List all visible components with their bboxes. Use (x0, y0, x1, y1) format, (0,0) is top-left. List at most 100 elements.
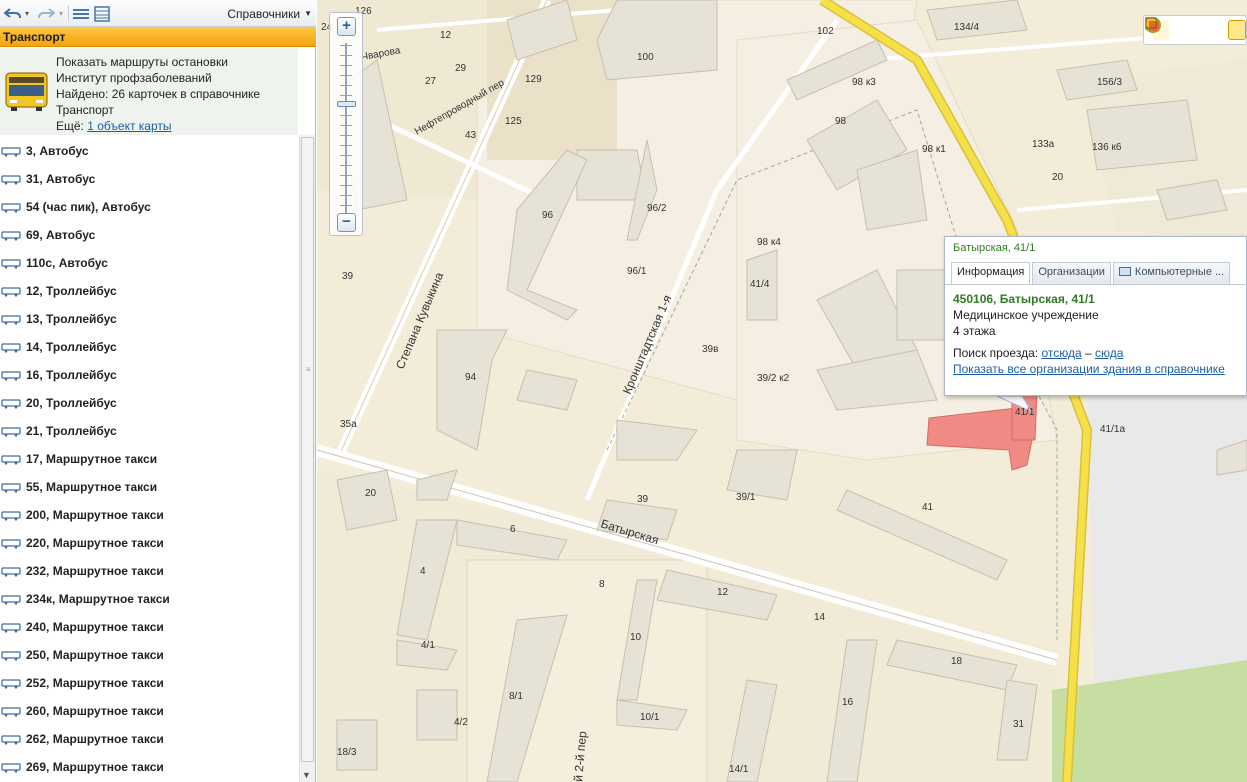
transport-icon (1, 622, 21, 633)
house-number: 8/1 (509, 691, 523, 702)
route-item[interactable]: 250, Маршрутное такси (0, 641, 298, 669)
zoom-tick (340, 75, 352, 76)
house-number: 98 к1 (922, 144, 946, 155)
map-view[interactable]: Степана Кувыкина Кронштадтская 1-я Батыр… (317, 0, 1247, 782)
zoom-in-button[interactable]: + (337, 17, 356, 36)
house-number: 43 (465, 130, 477, 141)
route-item[interactable]: 232, Маршрутное такси (0, 557, 298, 585)
zoom-tick (340, 155, 352, 156)
route-item[interactable]: 234к, Маршрутное такси (0, 585, 298, 613)
scroll-down-arrow-icon[interactable]: ▼ (302, 770, 311, 780)
route-item[interactable]: 3, Автобус (0, 137, 298, 165)
tab-computer-label: Компьютерные ... (1134, 266, 1225, 278)
route-item[interactable]: 31, Автобус (0, 165, 298, 193)
route-label: 13, Троллейбус (26, 312, 117, 326)
tab-organizations[interactable]: Организации (1032, 262, 1111, 284)
route-item[interactable]: 269, Маршрутное такси (0, 753, 298, 781)
route-label: 14, Троллейбус (26, 340, 117, 354)
zoom-tick (340, 55, 352, 56)
route-item[interactable]: 20, Троллейбус (0, 389, 298, 417)
house-number: 96 (542, 210, 554, 221)
route-dash: – (1084, 346, 1092, 360)
route-item[interactable]: 17, Маршрутное такси (0, 445, 298, 473)
house-number: 31 (1013, 719, 1025, 730)
zoom-tick (340, 115, 352, 116)
show-all-orgs-link[interactable]: Показать все организации здания в справо… (953, 362, 1225, 376)
route-label: 69, Автобус (26, 228, 96, 242)
tab-computer[interactable]: Компьютерные ... (1112, 262, 1231, 284)
house-number: 14 (814, 612, 826, 623)
route-item[interactable]: 14, Троллейбус (0, 333, 298, 361)
house-number: 96/1 (627, 266, 647, 277)
route-from-link[interactable]: отсюда (1041, 346, 1081, 360)
route-item[interactable]: 54 (час пик), Автобус (0, 193, 298, 221)
zoom-tick (340, 165, 352, 166)
layers-icon[interactable] (1145, 17, 1220, 40)
route-label: 200, Маршрутное такси (26, 508, 164, 522)
redo-icon[interactable] (36, 4, 56, 23)
house-number: 134/4 (954, 22, 979, 33)
house-number: 41/1а (1100, 424, 1125, 435)
list-icon[interactable] (71, 4, 91, 23)
route-item[interactable]: 262, Маршрутное такси (0, 725, 298, 753)
house-number: 136 к6 (1092, 142, 1122, 153)
route-label: 21, Троллейбус (26, 424, 117, 438)
house-number: 10/1 (640, 712, 660, 723)
route-label: 260, Маршрутное такси (26, 704, 164, 718)
route-item[interactable]: 260, Маршрутное такси (0, 697, 298, 725)
route-item[interactable]: 110с, Автобус (0, 249, 298, 277)
building-address: 450106, Батырская, 41/1 (953, 292, 1095, 306)
route-item[interactable]: 16, Троллейбус (0, 361, 298, 389)
map-object-link[interactable]: 1 объект карты (87, 119, 171, 133)
left-panel: ▾ ▾ Справочники ▼ Транспорт Показать мар… (0, 0, 316, 782)
zoom-slider-handle[interactable] (337, 101, 356, 107)
route-label: 54 (час пик), Автобус (26, 200, 151, 214)
more-row: Ещё: 1 объект карты (56, 118, 260, 134)
house-number: 4/1 (421, 640, 435, 651)
transport-icon (1, 678, 21, 689)
transport-icon (1, 538, 21, 549)
transport-icon (1, 370, 21, 381)
radar-icon[interactable] (1145, 17, 1194, 40)
house-number: 20 (365, 488, 377, 499)
undo-icon[interactable] (3, 4, 23, 23)
house-number: 98 к3 (852, 77, 876, 88)
route-item[interactable]: 220, Маршрутное такси (0, 529, 298, 557)
route-search-row: Поиск проезда: отсюда – сюда (953, 345, 1240, 361)
route-label: 250, Маршрутное такси (26, 648, 164, 662)
scroll-thumb[interactable]: ≡ (301, 137, 314, 762)
directory-dropdown[interactable]: Справочники ▼ (227, 5, 312, 22)
transport-icon (1, 174, 21, 185)
route-item[interactable]: 21, Троллейбус (0, 417, 298, 445)
redo-dropdown-icon[interactable]: ▾ (56, 4, 66, 23)
house-number: 18/3 (337, 747, 357, 758)
route-label: 269, Маршрутное такси (26, 760, 164, 774)
layout-icon[interactable] (92, 4, 112, 23)
map-tools (1143, 15, 1247, 45)
tab-info[interactable]: Информация (951, 262, 1031, 284)
route-item[interactable]: 69, Автобус (0, 221, 298, 249)
transport-icon (1, 706, 21, 717)
show-routes-link[interactable]: Показать маршруты остановки (56, 54, 260, 70)
building-floors: 4 этажа (953, 324, 996, 338)
route-label: 110с, Автобус (26, 256, 108, 270)
undo-dropdown-icon[interactable]: ▾ (22, 4, 32, 23)
route-item[interactable]: 200, Маршрутное такси (0, 501, 298, 529)
route-label: 20, Троллейбус (26, 396, 117, 410)
route-item[interactable]: 12, Троллейбус (0, 277, 298, 305)
house-number: 41/4 (750, 279, 770, 290)
route-item[interactable]: 252, Маршрутное такси (0, 669, 298, 697)
zoom-tick (340, 65, 352, 66)
fullscreen-icon[interactable] (1145, 17, 1246, 40)
house-number: 39/2 к2 (757, 373, 790, 384)
zoom-out-button[interactable]: − (337, 213, 356, 232)
scrollbar[interactable]: ≡ ▼ (299, 135, 315, 782)
route-item[interactable]: 240, Маршрутное такси (0, 613, 298, 641)
zoom-track[interactable] (345, 43, 347, 213)
route-item[interactable]: 13, Троллейбус (0, 305, 298, 333)
house-number: 6 (510, 524, 516, 535)
transport-icon (1, 230, 21, 241)
transport-icon (1, 454, 21, 465)
route-item[interactable]: 55, Маршрутное такси (0, 473, 298, 501)
route-to-link[interactable]: сюда (1095, 346, 1123, 360)
